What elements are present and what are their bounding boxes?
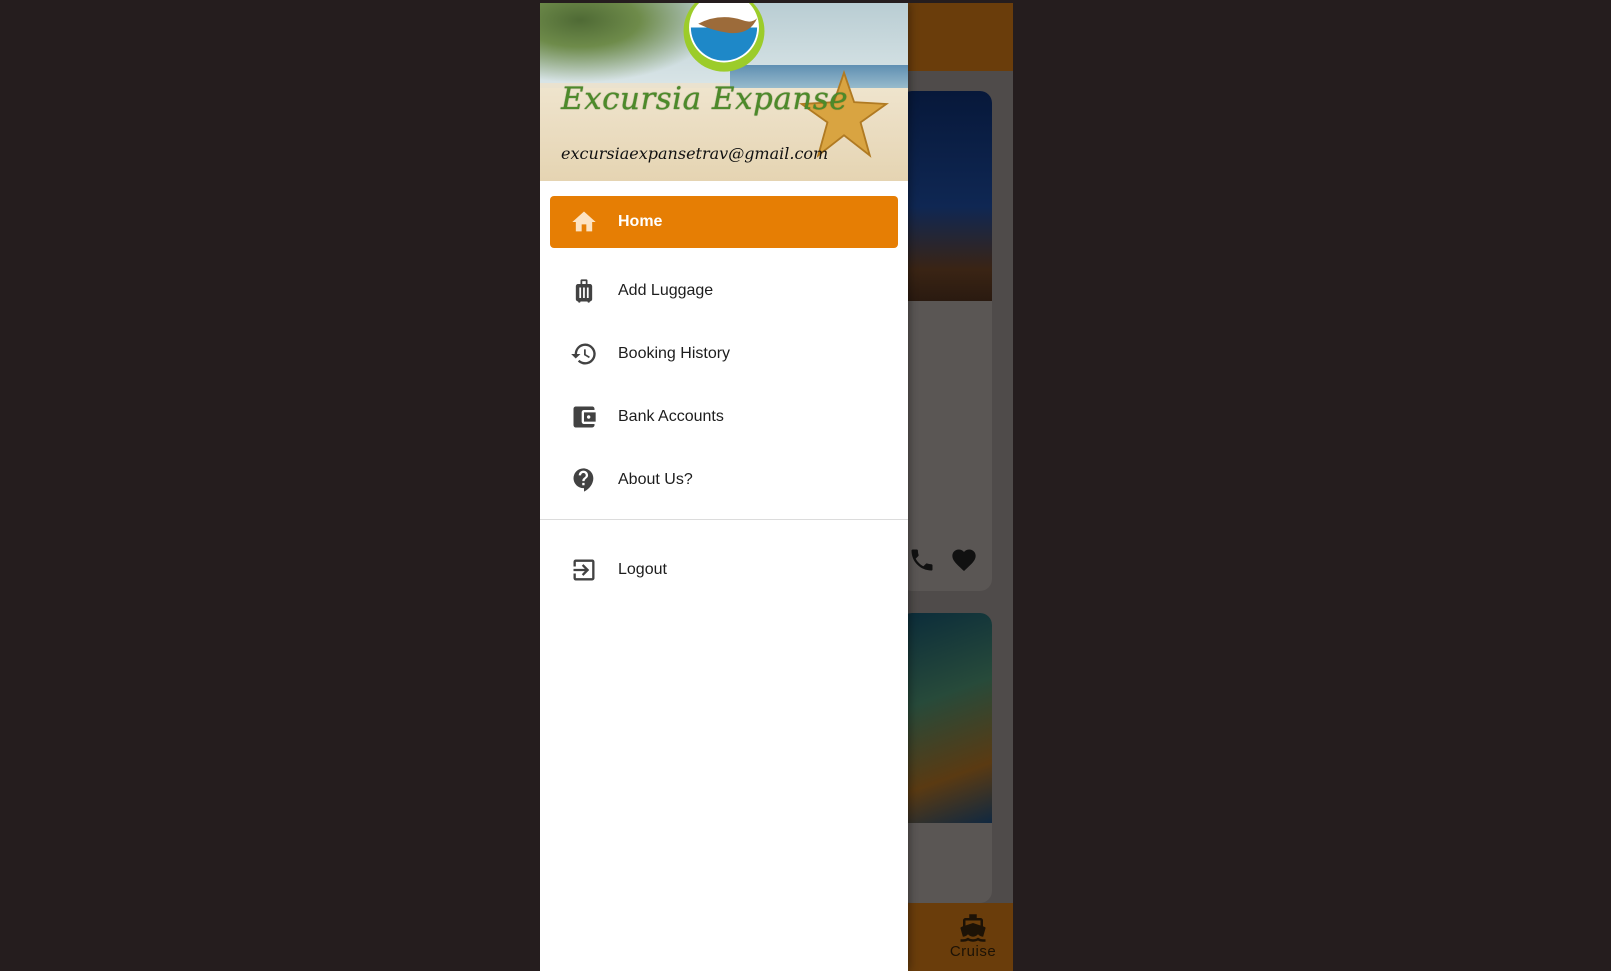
- destination-card[interactable]: [900, 613, 992, 903]
- drawer-item-label: Logout: [618, 560, 667, 578]
- history-icon: [571, 342, 596, 364]
- drawer-item-label: Add Luggage: [618, 281, 714, 299]
- brand-logo: [683, 3, 765, 72]
- brand-name: Excursia Expanse: [561, 81, 849, 117]
- home-icon: [572, 211, 596, 232]
- drawer-item-about-us[interactable]: About Us?: [550, 448, 898, 511]
- drawer-menu: Home Add Luggage Booking History Bank Ac…: [540, 196, 908, 601]
- wallet-icon: [573, 406, 596, 427]
- ship-icon: [960, 914, 986, 942]
- account-email: excursiaexpansetrav@gmail.com: [561, 144, 829, 163]
- drawer-header: Excursia Expanse excursiaexpansetrav@gma…: [540, 3, 908, 181]
- drawer-item-label: Home: [618, 213, 663, 230]
- help-icon: [573, 467, 594, 492]
- drawer-item-home[interactable]: Home: [550, 196, 898, 248]
- navigation-drawer: Excursia Expanse excursiaexpansetrav@gma…: [540, 3, 908, 971]
- drawer-item-add-luggage[interactable]: Add Luggage: [550, 259, 898, 322]
- luggage-icon: [575, 278, 593, 303]
- destination-image: [900, 613, 992, 823]
- nav-item-cruise[interactable]: Cruise: [938, 913, 1008, 961]
- drawer-item-label: Booking History: [618, 344, 731, 362]
- drawer-item-label: About Us?: [618, 470, 693, 488]
- heart-icon[interactable]: [950, 546, 978, 574]
- drawer-item-bank-accounts[interactable]: Bank Accounts: [550, 385, 898, 448]
- phone-screen: Cruise Excursia Expanse excursiaexpanset…: [540, 3, 1013, 971]
- drawer-item-label: Bank Accounts: [618, 407, 724, 425]
- logout-icon: [573, 559, 595, 580]
- drawer-item-logout[interactable]: Logout: [550, 538, 898, 601]
- drawer-item-booking-history[interactable]: Booking History: [550, 322, 898, 385]
- phone-icon[interactable]: [908, 546, 936, 574]
- nav-label-cruise: Cruise: [949, 943, 997, 960]
- destination-image: [900, 91, 992, 301]
- menu-divider: [540, 519, 908, 520]
- card-actions: [908, 546, 978, 574]
- destination-card[interactable]: [900, 91, 992, 591]
